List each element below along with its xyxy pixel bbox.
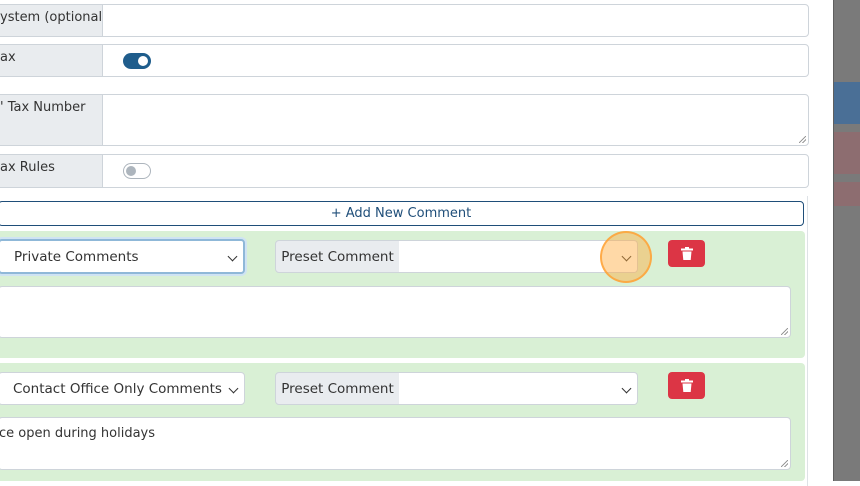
overlay-blue-element — [834, 82, 860, 124]
field-label-tax: ax — [0, 44, 103, 77]
tax-number-textarea[interactable] — [102, 94, 809, 146]
comment-text: ce open during holidays — [0, 426, 156, 441]
preset-comment-select[interactable] — [399, 240, 638, 273]
overlay-red-element — [834, 132, 860, 174]
tax-rules-toggle[interactable] — [123, 163, 151, 179]
comment-textarea[interactable]: ce open during holidays — [0, 417, 791, 470]
add-comment-label: + Add New Comment — [330, 206, 472, 221]
comment-textarea[interactable] — [0, 286, 791, 338]
tax-toggle-container — [102, 44, 809, 77]
chevron-down-icon — [621, 383, 632, 393]
overlay-edge — [833, 0, 834, 481]
comment-type-value: Private Comments — [14, 248, 139, 265]
field-label-system: ystem (optional) — [0, 4, 107, 37]
field-label-text: ystem (optional) — [0, 10, 108, 25]
toggle-knob — [138, 56, 148, 66]
resize-handle-icon[interactable] — [781, 460, 788, 467]
field-label-text: ' Tax Number — [0, 100, 86, 115]
background-overlay — [834, 0, 860, 481]
tax-rules-toggle-container — [102, 154, 809, 188]
chevron-down-icon — [228, 383, 239, 393]
resize-handle-icon[interactable] — [799, 136, 806, 143]
delete-comment-button[interactable] — [668, 372, 705, 399]
toggle-knob — [126, 166, 136, 176]
preset-comment-label-text: Preset Comment — [281, 380, 394, 397]
delete-comment-button[interactable] — [668, 240, 705, 267]
system-input[interactable] — [102, 4, 809, 37]
comment-type-value: Contact Office Only Comments — [13, 380, 222, 397]
chevron-down-icon — [621, 251, 632, 261]
field-label-tax-number: ' Tax Number — [0, 94, 103, 146]
preset-comment-label: Preset Comment — [275, 240, 400, 273]
comment-type-select[interactable]: Contact Office Only Comments — [0, 372, 245, 405]
field-label-tax-rules: ax Rules — [0, 154, 103, 188]
resize-handle-icon[interactable] — [781, 328, 788, 335]
chevron-down-icon — [227, 251, 238, 261]
preset-comment-label-text: Preset Comment — [281, 248, 394, 265]
comment-type-select[interactable]: Private Comments — [0, 239, 245, 274]
add-comment-button[interactable]: + Add New Comment — [0, 201, 804, 226]
field-label-text: ax — [0, 50, 16, 65]
overlay-red-element — [834, 182, 860, 206]
trash-icon — [680, 379, 693, 392]
tax-toggle[interactable] — [123, 53, 151, 69]
field-label-text: ax Rules — [0, 160, 55, 175]
preset-comment-label: Preset Comment — [275, 372, 400, 405]
preset-comment-select[interactable] — [399, 372, 638, 405]
trash-icon — [680, 247, 693, 260]
